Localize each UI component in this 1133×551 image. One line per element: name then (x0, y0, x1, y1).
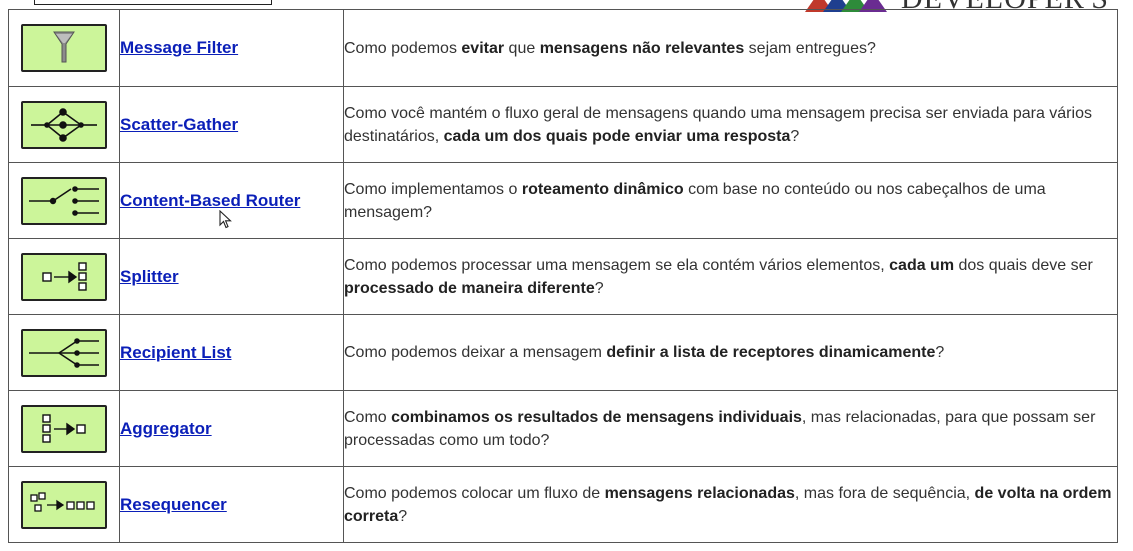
message-filter-link[interactable]: Message Filter (120, 38, 238, 57)
table-row: Scatter-Gather Como você mantém o fluxo … (8, 86, 1118, 163)
description-text: dos quais deve ser (954, 256, 1093, 274)
table-row: Content-Based Router Como implementamos … (8, 162, 1118, 239)
description-emphasis: evitar (461, 39, 505, 57)
description-emphasis: processado de maneira diferente (344, 279, 595, 297)
description-text: ? (935, 344, 945, 361)
description-emphasis: mensagens não relevantes (539, 39, 745, 57)
description-emphasis: mensagens relacionadas (604, 484, 795, 502)
table-row: Message Filter Como podemos evitar que m… (8, 9, 1118, 87)
pattern-description: Como podemos colocar um fluxo de mensage… (343, 466, 1118, 543)
scatter-gather-link[interactable]: Scatter-Gather (120, 115, 238, 134)
pattern-description: Como podemos deixar a mensagem definir a… (343, 314, 1118, 391)
pattern-description: Como implementamos o roteamento dinâmico… (343, 162, 1118, 239)
top-frame-edge (34, 0, 272, 5)
description-text: ? (398, 507, 408, 525)
aggregator-icon (21, 404, 107, 453)
description-text: ? (594, 279, 604, 297)
table-row: Resequencer Como podemos colocar um flux… (8, 466, 1118, 543)
pattern-description: Como podemos evitar que mensagens não re… (343, 9, 1118, 87)
recipient-list-icon (21, 328, 107, 377)
description-text: , mas fora de sequência, (794, 484, 975, 502)
splitter-icon (21, 252, 107, 301)
description-emphasis: definir a lista de receptores dinamicame… (606, 344, 936, 361)
filter-icon (21, 24, 107, 72)
content-based-router-link[interactable]: Content-Based Router (120, 191, 300, 210)
description-text: Como podemos colocar um fluxo de (344, 484, 605, 502)
resequencer-link[interactable]: Resequencer (120, 495, 227, 514)
content-router-icon (21, 176, 107, 225)
pattern-description: Como podemos processar uma mensagem se e… (343, 238, 1118, 315)
pattern-description: Como você mantém o fluxo geral de mensag… (343, 86, 1118, 163)
description-emphasis: combinamos os resultados de mensagens in… (391, 408, 802, 426)
description-text: Como podemos deixar a mensagem (344, 344, 607, 361)
resequencer-icon (21, 480, 107, 529)
description-text: Como (344, 408, 392, 426)
recipient-list-link[interactable]: Recipient List (120, 343, 231, 362)
description-text: Como podemos (344, 39, 462, 57)
table-row: Splitter Como podemos processar uma mens… (8, 238, 1118, 315)
description-emphasis: cada um (889, 256, 955, 274)
patterns-table: Message Filter Como podemos evitar que m… (8, 9, 1118, 543)
table-row: Aggregator Como combinamos os resultados… (8, 390, 1118, 467)
description-emphasis: cada um dos quais pode enviar uma respos… (443, 127, 791, 145)
description-text: Como podemos processar uma mensagem se e… (344, 256, 890, 274)
description-text: Como implementamos o (344, 180, 522, 198)
table-row: Recipient List Como podemos deixar a men… (8, 314, 1118, 391)
pattern-description: Como combinamos os resultados de mensage… (343, 390, 1118, 467)
aggregator-link[interactable]: Aggregator (120, 419, 212, 438)
mouse-cursor-icon (219, 210, 232, 229)
description-text: ? (790, 127, 800, 145)
description-text: sejam entregues? (744, 39, 876, 57)
description-emphasis: roteamento dinâmico (521, 180, 684, 198)
scatter-gather-icon (21, 100, 107, 149)
splitter-link[interactable]: Splitter (120, 267, 179, 286)
description-text: que (504, 39, 540, 57)
